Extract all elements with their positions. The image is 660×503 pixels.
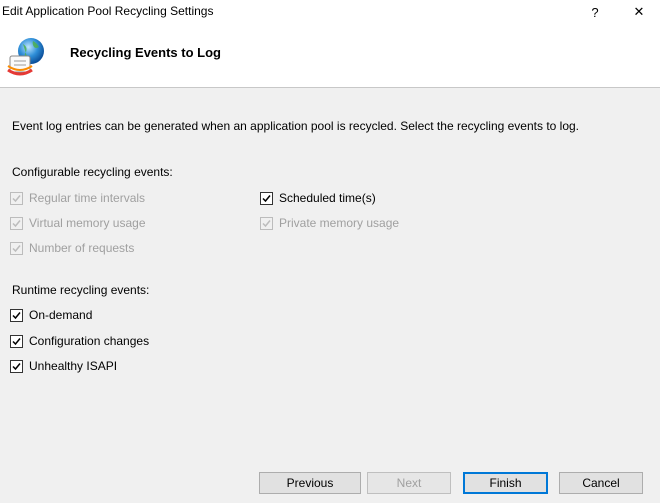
intro-text: Event log entries can be generated when …: [12, 119, 580, 133]
checkbox-label: Configuration changes: [29, 334, 150, 348]
checkbox-box: [260, 191, 273, 205]
checkbox-configuration-changes[interactable]: Configuration changes: [10, 333, 149, 349]
checkbox-label: Scheduled time(s): [279, 191, 376, 205]
checkbox-label: Unhealthy ISAPI: [29, 359, 118, 373]
checkbox-box: [10, 359, 23, 373]
configurable-events-label: Configurable recycling events:: [12, 165, 173, 179]
title-bar: Edit Application Pool Recycling Settings…: [0, 0, 660, 24]
checkbox-number-of-requests[interactable]: Number of requests: [10, 240, 134, 256]
checkbox-box: [10, 191, 23, 205]
checkbox-label: Private memory usage: [279, 216, 400, 230]
checkbox-virtual-memory-usage[interactable]: Virtual memory usage: [10, 215, 146, 231]
checkbox-box: [10, 334, 23, 348]
checkbox-label: Virtual memory usage: [29, 216, 146, 230]
checkbox-unhealthy-isapi[interactable]: Unhealthy ISAPI: [10, 358, 117, 374]
previous-button[interactable]: Previous: [259, 472, 361, 494]
checkbox-label: On-demand: [29, 308, 93, 322]
checkbox-scheduled-times[interactable]: Scheduled time(s): [260, 190, 376, 206]
dialog-window: Edit Application Pool Recycling Settings…: [0, 0, 660, 503]
checkbox-regular-time-intervals[interactable]: Regular time intervals: [10, 190, 145, 206]
checkbox-box: [10, 308, 23, 322]
checkbox-box: [10, 241, 23, 255]
checkbox-private-memory-usage[interactable]: Private memory usage: [260, 215, 399, 231]
checkbox-on-demand[interactable]: On-demand: [10, 307, 92, 323]
next-button[interactable]: Next: [367, 472, 451, 494]
page-heading: Recycling Events to Log: [70, 45, 221, 60]
finish-button[interactable]: Finish: [463, 472, 548, 494]
close-button[interactable]: ✕: [624, 0, 654, 24]
wizard-header: Recycling Events to Log: [0, 24, 660, 88]
checkbox-label: Regular time intervals: [29, 191, 146, 205]
checkbox-box: [10, 216, 23, 230]
help-button[interactable]: ?: [580, 0, 610, 24]
checkbox-box: [260, 216, 273, 230]
window-title: Edit Application Pool Recycling Settings: [2, 4, 214, 18]
cancel-button[interactable]: Cancel: [559, 472, 643, 494]
runtime-events-label: Runtime recycling events:: [12, 283, 150, 297]
checkbox-label: Number of requests: [29, 241, 135, 255]
globe-recycle-icon: [7, 38, 44, 76]
